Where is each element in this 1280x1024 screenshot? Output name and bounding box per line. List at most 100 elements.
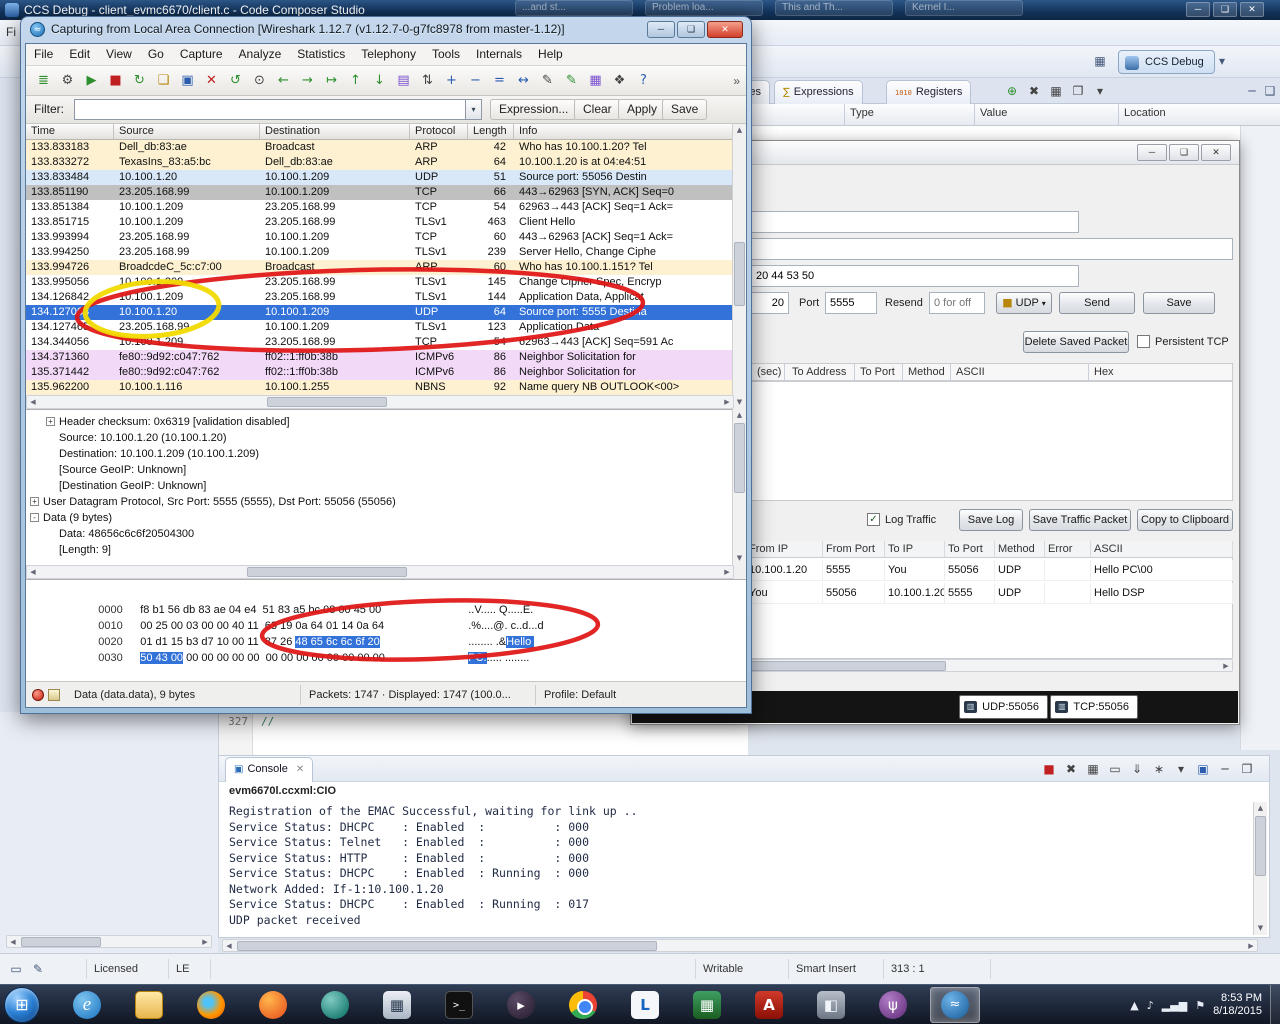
packet-row[interactable]: 134.344056 10.100.1.209 23.205.168.99 TC… — [26, 335, 734, 350]
save-traffic-packet-button[interactable]: Save Traffic Packet — [1029, 509, 1131, 531]
view-minimize-icon[interactable]: ─ — [1242, 81, 1262, 101]
terminate-icon[interactable]: ■ — [1039, 759, 1059, 779]
menu-item[interactable]: View — [98, 44, 140, 65]
resize-columns-icon[interactable]: ↔ — [512, 69, 535, 92]
apply-button[interactable]: Apply — [618, 99, 667, 120]
column-type[interactable]: Type — [850, 107, 874, 119]
zoom-out-icon[interactable]: − — [464, 69, 487, 92]
action-center-icon[interactable]: ⚑ — [1195, 999, 1205, 1012]
go-back-icon[interactable]: ← — [272, 69, 295, 92]
profile-status[interactable]: Profile: Default — [536, 685, 624, 705]
log-column[interactable]: From Port — [823, 541, 885, 558]
go-top-icon[interactable]: ↑ — [344, 69, 367, 92]
column-to-address[interactable]: To Address — [792, 366, 846, 378]
packet-row[interactable]: 133.995056 10.100.1.209 23.205.168.99 TL… — [26, 275, 734, 290]
send-button[interactable]: Send — [1059, 292, 1135, 314]
detail-vscrollbar[interactable]: ▲ ▼ — [732, 409, 746, 565]
log-column[interactable]: From IP — [746, 541, 823, 558]
detail-row[interactable]: [Destination GeoIP: Unknown] — [26, 478, 734, 494]
column-source[interactable]: Source — [114, 124, 260, 139]
traffic-log-row-1[interactable]: 10.100.1.20 5555 You 55056 UDP Hello PC\00 — [746, 560, 1233, 581]
list-interfaces-icon[interactable]: ≣ — [32, 69, 55, 92]
menu-item[interactable]: Capture — [172, 44, 231, 65]
expander-icon[interactable]: + — [30, 497, 39, 506]
ccs-menu-file-partial[interactable]: Fi — [6, 25, 16, 39]
console-hscrollbar[interactable]: ◀ ▶ — [222, 939, 1258, 952]
log-traffic-checkbox[interactable]: ✓ — [867, 513, 880, 526]
display-console-icon[interactable]: ▾ — [1171, 759, 1191, 779]
packet-row[interactable]: 133.833272 TexasIns_83:a5:bc Dell_db:83:… — [26, 155, 734, 170]
remove-all-expressions-icon[interactable]: ▦ — [1046, 81, 1066, 101]
log-column[interactable]: Method — [995, 541, 1045, 558]
packet-list-hscrollbar[interactable]: ◀ ▶ — [26, 395, 734, 409]
traffic-log-row-2[interactable]: You 55056 10.100.1.20 5555 UDP Hello DSP — [746, 583, 1233, 604]
tab-console[interactable]: ▣ Console ✕ — [225, 757, 314, 782]
packet-row[interactable]: 133.851190 23.205.168.99 10.100.1.209 TC… — [26, 185, 734, 200]
menu-item[interactable]: Internals — [468, 44, 530, 65]
taskbar-calculator[interactable]: ▦ — [372, 987, 422, 1023]
network-icon[interactable]: ▂▄▆ — [1162, 999, 1187, 1012]
open-perspective-icon[interactable]: ▦ — [1090, 51, 1110, 71]
scroll-lock-icon[interactable]: ⇓ — [1127, 759, 1147, 779]
taskbar-chrome[interactable] — [558, 987, 608, 1023]
status-icon-2[interactable]: ✎ — [28, 959, 48, 979]
log-column[interactable]: To IP — [885, 541, 945, 558]
save-button[interactable]: Save — [1143, 292, 1215, 314]
persistent-tcp-checkbox[interactable] — [1137, 335, 1150, 348]
column-method[interactable]: Method — [908, 366, 945, 378]
remove-expression-icon[interactable]: ✖ — [1024, 81, 1044, 101]
preferences-icon[interactable]: ❖ — [608, 69, 631, 92]
column-info[interactable]: Info — [514, 124, 734, 139]
menu-item[interactable]: File — [26, 44, 61, 65]
detail-row[interactable]: [Length: 9] — [26, 542, 734, 558]
ps-hex-field[interactable] — [751, 265, 1079, 287]
taskbar-wifi[interactable]: ψ — [868, 987, 918, 1023]
taskbar-app-orange[interactable] — [248, 987, 298, 1023]
left-panel-hscrollbar[interactable]: ◀ ▶ — [6, 935, 212, 948]
toolbar-overflow-icon[interactable]: » — [733, 74, 740, 88]
ps-maximize-button[interactable]: ❑ — [1169, 144, 1199, 161]
restart-capture-icon[interactable]: ↻ — [128, 69, 151, 92]
expander-icon[interactable]: + — [46, 417, 55, 426]
packet-row[interactable]: 134.126842 10.100.1.209 23.205.168.99 TL… — [26, 290, 734, 305]
hex-row[interactable]: 0000 f8 b1 56 db 83 ae 04 e4 51 83 a5 bc … — [32, 586, 746, 616]
column-to-port[interactable]: To Port — [860, 366, 895, 378]
packet-row[interactable]: 134.127063 10.100.1.20 10.100.1.209 UDP … — [26, 305, 734, 320]
log-column[interactable]: Error — [1045, 541, 1091, 558]
taskbar-ie[interactable]: e — [62, 987, 112, 1023]
column-protocol[interactable]: Protocol — [410, 124, 468, 139]
detail-row[interactable]: Data: 48656c6c6f20504300 — [26, 526, 734, 542]
copy-variables-icon[interactable]: ❐ — [1068, 81, 1088, 101]
packet-row[interactable]: 133.833183 Dell_db:83:ae Broadcast ARP 4… — [26, 140, 734, 155]
packet-list-vscrollbar[interactable]: ▲ ▼ — [732, 124, 746, 409]
menu-item[interactable]: Tools — [424, 44, 468, 65]
column-destination[interactable]: Destination — [260, 124, 410, 139]
ws-minimize-button[interactable]: ─ — [647, 21, 675, 38]
ps-hscrollbar[interactable]: ◀▶ — [691, 659, 1233, 672]
menu-item[interactable]: Edit — [61, 44, 98, 65]
detail-row[interactable]: Destination: 10.100.1.209 (10.100.1.209) — [26, 446, 734, 462]
expander-icon[interactable]: - — [30, 513, 39, 522]
remove-all-launches-icon[interactable]: ▦ — [1083, 759, 1103, 779]
packet-row[interactable]: 135.962200 10.100.1.116 10.100.1.255 NBN… — [26, 380, 734, 395]
zoom-100-icon[interactable]: = — [488, 69, 511, 92]
ps-port-field[interactable] — [825, 292, 877, 314]
coloring-rules-icon[interactable]: ▦ — [584, 69, 607, 92]
go-to-packet-icon[interactable]: ↦ — [320, 69, 343, 92]
detail-row[interactable]: - Data (9 bytes) — [26, 510, 734, 526]
packet-row[interactable]: 134.127465 23.205.168.99 10.100.1.209 TL… — [26, 320, 734, 335]
start-button[interactable]: ⊞ — [4, 987, 40, 1023]
filter-save-button[interactable]: Save — [662, 99, 708, 120]
packet-row[interactable]: 133.994250 23.205.168.99 10.100.1.209 TL… — [26, 245, 734, 260]
menu-item[interactable]: Telephony — [353, 44, 424, 65]
packet-row[interactable]: 133.851384 10.100.1.209 23.205.168.99 TC… — [26, 200, 734, 215]
expert-info-icon[interactable] — [32, 688, 44, 701]
status-icon-1[interactable]: ▭ — [6, 959, 26, 979]
menu-item[interactable]: Help — [530, 44, 571, 65]
view-menu-icon[interactable]: ▾ — [1090, 81, 1110, 101]
protocol-dropdown[interactable]: ■ UDP ▾ — [996, 292, 1052, 314]
taskbar-cmd[interactable]: >_ — [434, 987, 484, 1023]
save-capture-icon[interactable]: ▣ — [176, 69, 199, 92]
udp-listener-button[interactable]: ▥ UDP:55056 — [959, 695, 1048, 719]
remove-launch-icon[interactable]: ✖ — [1061, 759, 1081, 779]
